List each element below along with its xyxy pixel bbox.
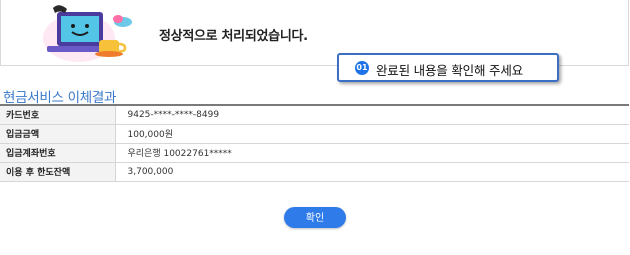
row-value: 3,700,000 — [115, 162, 629, 182]
row-value: 우리은행 10022761***** — [115, 143, 629, 163]
guide-callout: 01 완료된 내용을 확인해 주세요 — [337, 53, 559, 82]
row-value: 100,000원 — [115, 124, 629, 144]
callout-text: 완료된 내용을 확인해 주세요 — [376, 63, 523, 78]
section-title: 현금서비스 이체결과 — [3, 90, 117, 106]
step-number-badge: 01 — [355, 61, 369, 75]
coffee-cup-icon — [95, 40, 127, 57]
table-row: 입금금액 100,000원 — [0, 124, 629, 144]
table-row: 입금계좌번호 우리은행 10022761***** — [0, 143, 629, 163]
row-label: 카드번호 — [0, 105, 116, 125]
transfer-result-table: 카드번호 9425-****-****-8499 입금금액 100,000원 입… — [0, 104, 629, 182]
row-label: 입금금액 — [0, 124, 116, 144]
row-label: 입금계좌번호 — [0, 143, 116, 163]
table-row: 카드번호 9425-****-****-8499 — [0, 105, 629, 125]
row-value: 9425-****-****-8499 — [115, 105, 629, 125]
row-label: 이용 후 한도잔액 — [0, 162, 116, 182]
confirm-button[interactable]: 확인 — [284, 207, 346, 228]
laptop-coffee-illustration — [43, 5, 132, 62]
success-message: 정상적으로 처리되었습니다. — [159, 29, 308, 44]
cloud-icon — [113, 15, 132, 27]
table-row: 이용 후 한도잔액 3,700,000 — [0, 162, 629, 182]
